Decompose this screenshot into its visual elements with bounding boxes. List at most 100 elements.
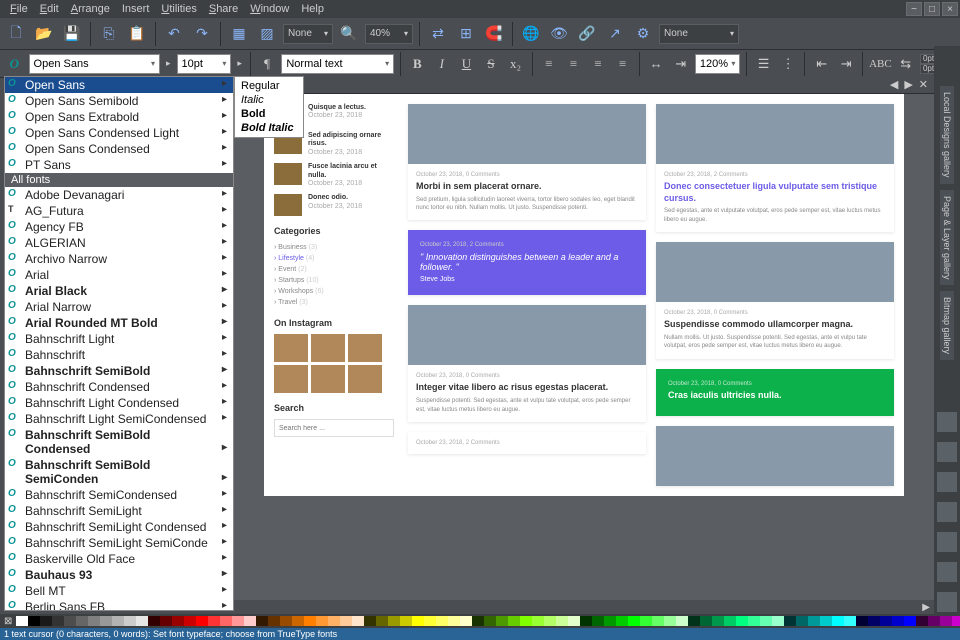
color-swatch[interactable] <box>268 616 280 626</box>
color-swatch[interactable] <box>796 616 808 626</box>
color-bar[interactable]: ⊠▸ <box>0 614 960 628</box>
outdent-button[interactable]: ⇤ <box>811 53 832 75</box>
font-item[interactable]: OBahnschrift Condensed <box>5 379 233 395</box>
color-swatch[interactable] <box>232 616 244 626</box>
style-item[interactable]: Italic <box>237 93 301 107</box>
font-item[interactable]: OOpen Sans Condensed Light <box>5 125 233 141</box>
numlist-button[interactable]: ⋮ <box>778 53 799 75</box>
color-swatch[interactable] <box>916 616 928 626</box>
close-button[interactable]: × <box>942 2 958 16</box>
color-swatch[interactable] <box>688 616 700 626</box>
color-swatch[interactable] <box>604 616 616 626</box>
color-swatch[interactable] <box>412 616 424 626</box>
font-item[interactable]: OArial <box>5 267 233 283</box>
color-swatch[interactable] <box>856 616 868 626</box>
undo-icon[interactable]: ↶ <box>162 22 186 46</box>
category-item[interactable]: › Startups (10) <box>274 275 394 286</box>
font-item[interactable]: OPT Sans <box>5 157 233 173</box>
color-swatch[interactable] <box>904 616 916 626</box>
tool-icon[interactable] <box>937 502 957 522</box>
font-item[interactable]: OAgency FB <box>5 219 233 235</box>
font-item[interactable]: OBerlin Sans FB <box>5 599 233 611</box>
font-item[interactable]: OBahnschrift Light <box>5 331 233 347</box>
color-swatch[interactable] <box>388 616 400 626</box>
color-swatch[interactable] <box>448 616 460 626</box>
menu-help[interactable]: Help <box>295 3 330 15</box>
color-swatch[interactable] <box>436 616 448 626</box>
redo-icon[interactable]: ↷ <box>190 22 214 46</box>
color-swatch[interactable] <box>124 616 136 626</box>
color-swatch[interactable] <box>592 616 604 626</box>
direction-button[interactable]: ↔ <box>646 53 667 75</box>
font-item[interactable]: OBahnschrift SemiCondensed <box>5 487 233 503</box>
font-dropdown[interactable]: OOpen SansOOpen Sans SemiboldOOpen Sans … <box>4 76 234 611</box>
color-swatch[interactable] <box>208 616 220 626</box>
menu-edit[interactable]: Edit <box>34 3 65 15</box>
color-swatch[interactable] <box>532 616 544 626</box>
color-swatch[interactable] <box>652 616 664 626</box>
align-right-button[interactable]: ≡ <box>588 53 609 75</box>
ungroup-icon[interactable]: ▨ <box>255 22 279 46</box>
save-icon[interactable]: 💾 <box>60 22 84 46</box>
scale-select[interactable]: 120% <box>695 54 741 74</box>
strike-button[interactable]: S <box>481 53 502 75</box>
color-swatch[interactable] <box>724 616 736 626</box>
link-icon[interactable]: 🔗 <box>575 22 599 46</box>
color-swatch[interactable] <box>508 616 520 626</box>
category-item[interactable]: › Lifestyle (4) <box>274 253 394 264</box>
export-icon[interactable]: ↗ <box>603 22 627 46</box>
color-swatch[interactable] <box>304 616 316 626</box>
color-swatch[interactable] <box>100 616 112 626</box>
font-expand-icon[interactable]: ▸ <box>164 58 173 69</box>
font-item[interactable]: OBell MT <box>5 583 233 599</box>
color-swatch[interactable] <box>928 616 940 626</box>
font-style-flyout[interactable]: RegularItalicBoldBold Italic <box>234 76 304 138</box>
color-swatch[interactable] <box>76 616 88 626</box>
font-item[interactable]: OArial Narrow <box>5 299 233 315</box>
arrows-icon[interactable]: ⇄ <box>426 22 450 46</box>
style-select[interactable]: None <box>283 24 333 44</box>
gear-icon[interactable]: ⚙ <box>631 22 655 46</box>
nav-prev-icon[interactable]: ◀ <box>890 78 898 91</box>
category-item[interactable]: › Event (2) <box>274 264 394 275</box>
grid-icon[interactable]: ⊞ <box>454 22 478 46</box>
align-justify-button[interactable]: ≡ <box>612 53 633 75</box>
font-item[interactable]: OBahnschrift SemiBold <box>5 363 233 379</box>
new-icon[interactable]: 🗋 <box>4 22 28 46</box>
color-swatch[interactable] <box>328 616 340 626</box>
font-item[interactable]: OBahnschrift SemiBold Condensed <box>5 427 233 457</box>
kerning-button[interactable]: ⇆ <box>895 53 916 75</box>
color-swatch[interactable] <box>676 616 688 626</box>
color-swatch[interactable] <box>544 616 556 626</box>
color-swatch[interactable] <box>568 616 580 626</box>
style-item[interactable]: Bold Italic <box>237 121 301 135</box>
color-swatch[interactable] <box>220 616 232 626</box>
color-swatch[interactable] <box>244 616 256 626</box>
font-item[interactable]: OOpen Sans Extrabold <box>5 109 233 125</box>
tool-icon[interactable] <box>937 562 957 582</box>
canvas[interactable]: Quisque a lectus.October 23, 2018Sed adi… <box>234 94 934 614</box>
underline-button[interactable]: U <box>456 53 477 75</box>
align-left-button[interactable]: ≡ <box>539 53 560 75</box>
paste-icon[interactable]: 📋 <box>125 22 149 46</box>
color-swatch[interactable] <box>64 616 76 626</box>
text-style-select[interactable]: Normal text <box>281 54 394 74</box>
open-icon[interactable]: 📂 <box>32 22 56 46</box>
zoom-icon[interactable]: 🔍 <box>337 22 361 46</box>
color-swatch[interactable] <box>580 616 592 626</box>
color-swatch[interactable] <box>556 616 568 626</box>
snap-icon[interactable]: 🧲 <box>482 22 506 46</box>
font-item[interactable]: OArial Black <box>5 283 233 299</box>
font-item[interactable]: OAdobe Devanagari <box>5 187 233 203</box>
color-swatch[interactable] <box>196 616 208 626</box>
color-swatch[interactable] <box>172 616 184 626</box>
menu-window[interactable]: Window <box>244 3 295 15</box>
font-size-select[interactable]: 10pt <box>177 54 232 74</box>
color-swatch[interactable] <box>352 616 364 626</box>
color-swatch[interactable] <box>844 616 856 626</box>
font-item[interactable]: OALGERIAN <box>5 235 233 251</box>
font-item[interactable]: OBahnschrift Light Condensed <box>5 395 233 411</box>
font-item[interactable]: OBahnschrift SemiLight SemiConde <box>5 535 233 551</box>
color-swatch[interactable] <box>628 616 640 626</box>
nav-next-icon[interactable]: ▶ <box>904 78 912 91</box>
